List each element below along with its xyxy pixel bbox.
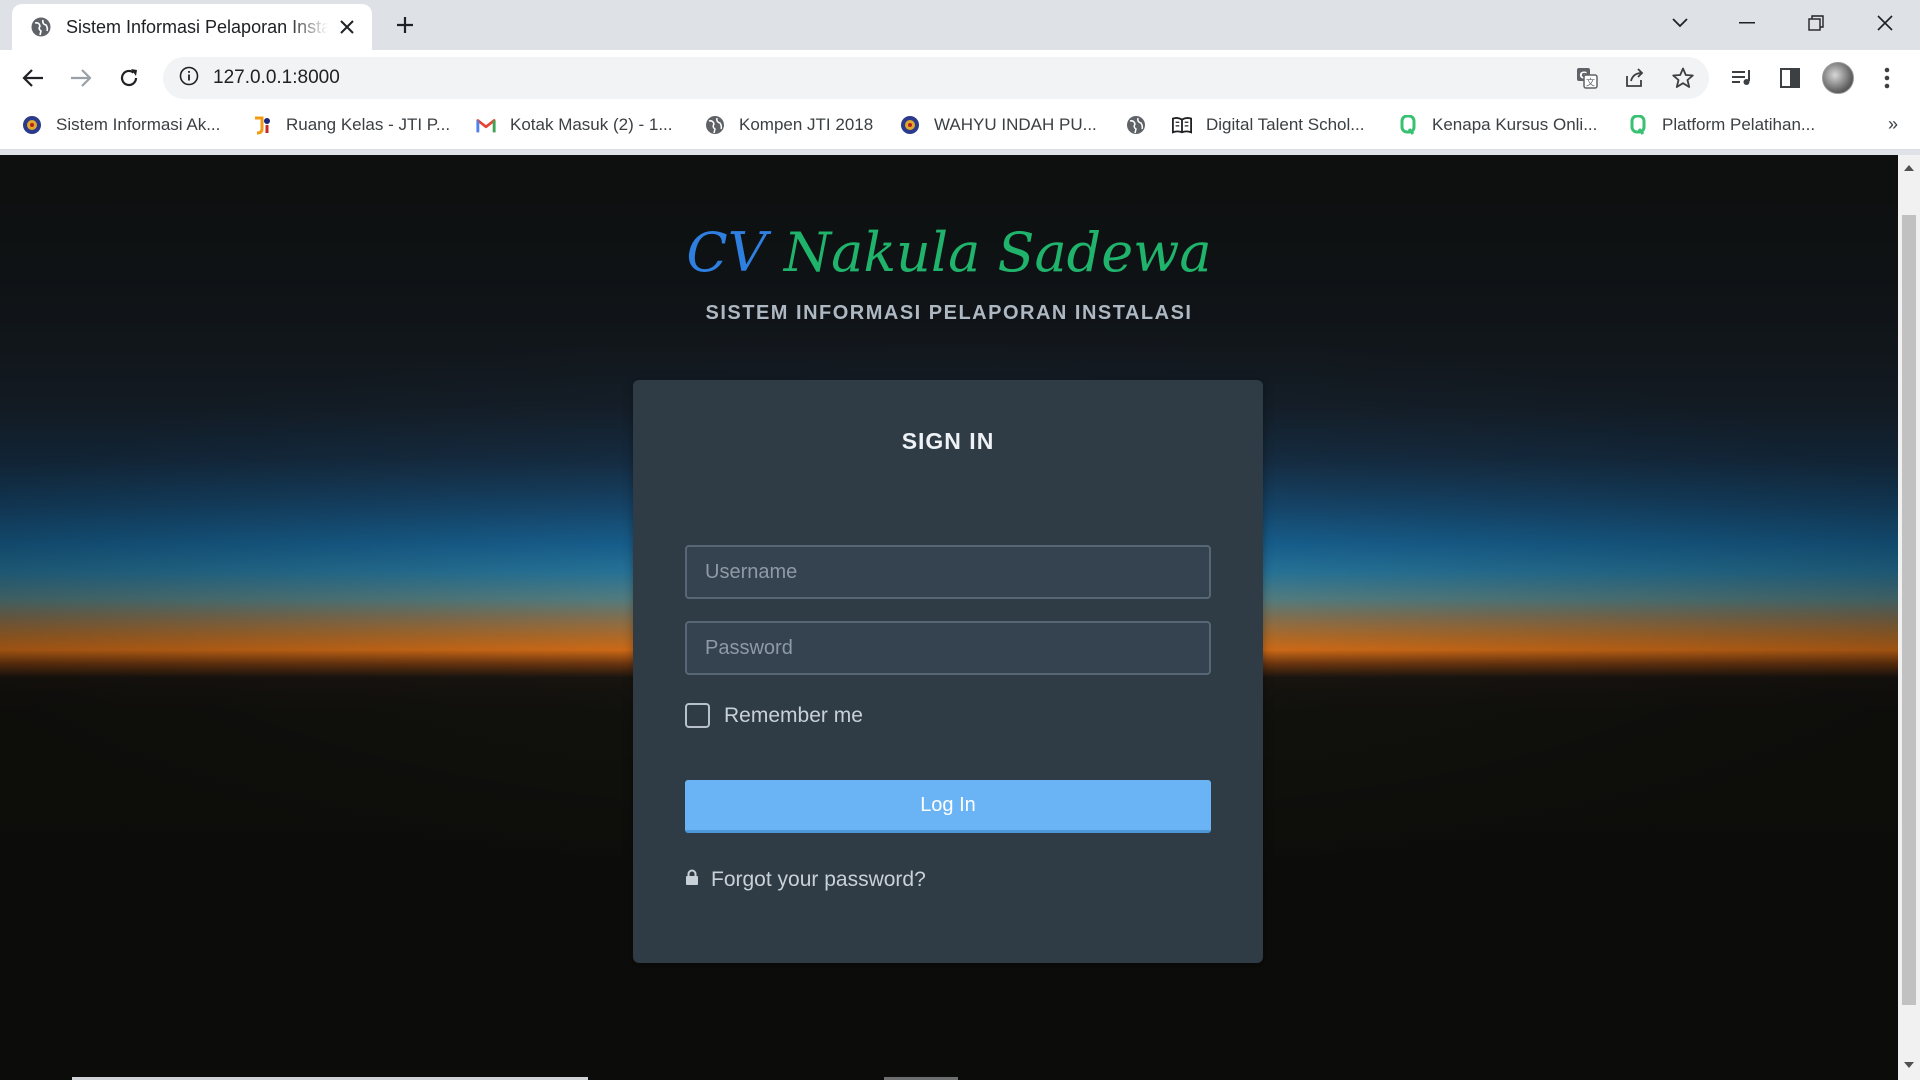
lock-icon	[685, 869, 699, 891]
university-seal-icon	[900, 115, 920, 135]
bookmark-item[interactable]: Digital Talent Schol...	[1172, 106, 1364, 144]
username-input[interactable]	[685, 545, 1211, 599]
bookmark-item[interactable]: Kenapa Kursus Onli...	[1398, 106, 1597, 144]
globe-icon	[1126, 115, 1146, 135]
close-tab-icon[interactable]	[336, 16, 358, 38]
tab-title: Sistem Informasi Pelaporan Instalasi	[66, 16, 328, 37]
password-input[interactable]	[685, 621, 1211, 675]
svg-text:文: 文	[1586, 77, 1595, 89]
site-info-icon[interactable]	[179, 66, 199, 91]
translate-icon[interactable]: G文	[1572, 63, 1602, 93]
bookmark-label: Kompen JTI 2018	[739, 115, 874, 134]
forgot-password-link[interactable]: Forgot your password?	[685, 868, 926, 892]
profile-avatar[interactable]	[1822, 62, 1854, 94]
side-panel-icon[interactable]	[1775, 63, 1805, 93]
brand-title: CV Nakula Sadewa	[0, 221, 1898, 284]
share-icon[interactable]	[1620, 63, 1650, 93]
bookmark-item[interactable]: Sistem Informasi Ak...	[22, 106, 220, 144]
minimize-button[interactable]	[1727, 8, 1767, 38]
bookmark-label: Kotak Masuk (2) - 1...	[510, 115, 673, 134]
university-seal-icon	[22, 115, 42, 135]
bookmark-label: WAHYU INDAH PU...	[934, 115, 1097, 134]
restore-button[interactable]	[1796, 8, 1836, 38]
course-logo-icon	[1628, 115, 1648, 135]
remember-me-label[interactable]: Remember me	[724, 704, 863, 728]
bookmark-item[interactable]	[1126, 106, 1160, 144]
forgot-password-label[interactable]: Forgot your password?	[711, 868, 926, 892]
scroll-up-arrow-icon[interactable]	[1904, 165, 1914, 171]
bookmarks-bar: Sistem Informasi Ak... Ruang Kelas - JTI…	[0, 106, 1920, 150]
card-title: SIGN IN	[901, 428, 995, 454]
scroll-down-arrow-icon[interactable]	[1904, 1062, 1914, 1068]
active-tab[interactable]: Sistem Informasi Pelaporan Instalasi	[12, 4, 372, 50]
address-bar[interactable]: 127.0.0.1:8000	[163, 57, 1709, 99]
reload-button[interactable]	[114, 63, 144, 93]
bookmark-label: Platform Pelatihan...	[1662, 115, 1816, 134]
bookmark-item[interactable]: Kotak Masuk (2) - 1...	[476, 106, 673, 144]
url-text[interactable]: 127.0.0.1:8000	[213, 67, 340, 89]
back-button[interactable]	[18, 63, 48, 93]
brand-header: CV Nakula Sadewa SISTEM INFORMASI PELAPO…	[0, 221, 1898, 325]
remember-me-checkbox[interactable]	[685, 703, 710, 728]
bookmark-label: Kenapa Kursus Onli...	[1432, 115, 1598, 134]
tab-strip: Sistem Informasi Pelaporan Instalasi	[0, 0, 1920, 50]
tab-search-icon[interactable]	[1660, 8, 1700, 38]
login-card: SIGN IN Remember me Log In Forgot your p…	[633, 380, 1263, 963]
bookmark-label: Sistem Informasi Ak...	[56, 115, 221, 134]
bookmark-star-icon[interactable]	[1668, 63, 1698, 93]
book-icon	[1172, 115, 1192, 135]
close-window-button[interactable]	[1865, 8, 1905, 38]
more-bookmarks-button[interactable]: »	[1888, 114, 1898, 135]
bookmark-item[interactable]: WAHYU INDAH PU...	[900, 106, 1097, 144]
browser-window: Sistem Informasi Pelaporan Instalasi	[0, 0, 1920, 1080]
bookmark-item[interactable]: Platform Pelatihan...	[1628, 106, 1815, 144]
brand-prefix: CV	[686, 221, 767, 284]
bookmark-item[interactable]: Kompen JTI 2018	[705, 106, 873, 144]
globe-icon	[705, 115, 725, 135]
login-button[interactable]: Log In	[685, 780, 1211, 833]
vertical-scrollbar[interactable]	[1898, 155, 1920, 1080]
scrollbar-thumb[interactable]	[1902, 215, 1916, 1005]
bookmark-label: Digital Talent Schol...	[1206, 115, 1365, 134]
bookmark-label: Ruang Kelas - JTI P...	[286, 115, 451, 134]
globe-icon	[30, 16, 52, 38]
menu-kebab-icon[interactable]	[1872, 63, 1902, 93]
forward-button[interactable]	[66, 63, 96, 93]
course-logo-icon	[1398, 115, 1418, 135]
jti-logo-icon	[252, 115, 272, 135]
new-tab-button[interactable]	[392, 12, 418, 38]
page-viewport: CV Nakula Sadewa SISTEM INFORMASI PELAPO…	[0, 155, 1898, 1080]
browser-toolbar: 127.0.0.1:8000 G文	[0, 50, 1920, 106]
gmail-icon	[476, 115, 496, 135]
brand-name: Nakula Sadewa	[783, 221, 1212, 284]
bookmark-item[interactable]: Ruang Kelas - JTI P...	[252, 106, 450, 144]
media-control-icon[interactable]	[1727, 63, 1757, 93]
remember-me[interactable]: Remember me	[685, 703, 863, 728]
app-subtitle: SISTEM INFORMASI PELAPORAN INSTALASI	[705, 302, 1193, 324]
